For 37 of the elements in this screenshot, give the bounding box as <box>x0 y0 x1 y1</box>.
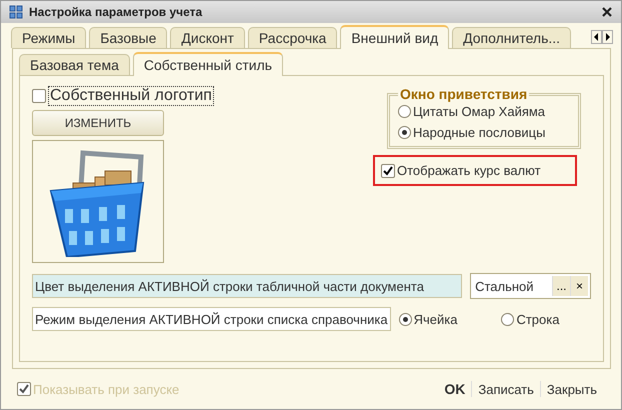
scroll-right-icon[interactable] <box>602 30 613 44</box>
radio-button[interactable] <box>501 312 514 326</box>
tab[interactable]: Базовые <box>89 27 168 48</box>
dialog-button[interactable]: Закрыть <box>540 381 603 397</box>
tab[interactable]: Дисконт <box>170 27 245 48</box>
radio-button[interactable] <box>398 126 411 139</box>
window-title: Настройка параметров учета <box>29 5 204 19</box>
clear-button[interactable]: × <box>570 276 588 296</box>
field-value: Стальной <box>474 278 535 294</box>
close-icon[interactable] <box>601 6 613 18</box>
tab[interactable]: Собственный стиль <box>132 52 284 76</box>
checkbox[interactable] <box>381 164 395 178</box>
tab[interactable]: Дополнитель... <box>452 27 572 48</box>
color-field[interactable]: Стальной ... × <box>470 273 591 299</box>
checkbox-label: Показывать при запуске <box>33 382 180 396</box>
tab[interactable]: Внешний вид <box>340 25 450 49</box>
dialog-button[interactable]: OK <box>438 381 472 397</box>
field-label: Режим выделения АКТИВНОЙ строки списка справочника <box>32 307 391 331</box>
checkbox-label: Отображать курс валют <box>397 163 541 178</box>
radio-label: Строка <box>516 312 560 326</box>
group-title: Окно приветствия <box>399 86 528 102</box>
tab[interactable]: Базовая тема <box>19 54 130 75</box>
tab[interactable]: Рассрочка <box>248 27 338 48</box>
scroll-left-icon[interactable] <box>591 30 602 44</box>
checkbox[interactable] <box>32 89 46 103</box>
radio-label: Цитаты Омар Хайяма <box>413 104 546 119</box>
change-button[interactable]: ИЗМЕНИТЬ <box>32 110 164 136</box>
checkbox-label: Собственный логотип <box>48 86 214 106</box>
radio-label: Ячейка <box>414 312 458 326</box>
radio-button[interactable] <box>398 105 411 118</box>
radio-button[interactable] <box>398 312 412 326</box>
select-button[interactable]: ... <box>552 276 570 296</box>
dialog-button[interactable]: Записать <box>471 381 540 397</box>
tab[interactable]: Режимы <box>11 27 86 48</box>
field-label: Цвет выделения АКТИВНОЙ строки табличной части документа <box>32 274 462 298</box>
radio-label: Народные пословицы <box>413 125 546 140</box>
window-icon <box>9 5 23 19</box>
